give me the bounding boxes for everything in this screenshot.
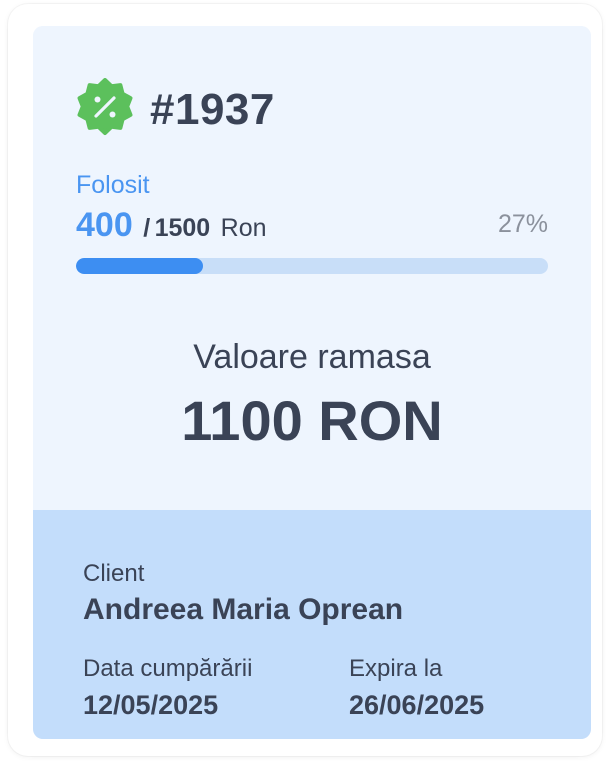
used-amount: 400 / 1500 Ron (76, 205, 267, 252)
amount-separator: / (143, 214, 151, 242)
usage-progress-bar (76, 258, 548, 274)
voucher-card-frame: #1937 Folosit 400 / 1500 Ron 27% Valoare… (8, 4, 602, 756)
usage-progress-fill (76, 258, 204, 274)
used-percent: 27% (497, 210, 548, 238)
currency-unit: Ron (220, 214, 267, 242)
remaining-label: Valoare ramasa (193, 338, 431, 376)
purchase-date-label: Data cumpărării (83, 655, 253, 682)
client-label: Client (83, 560, 145, 587)
client-name: Andreea Maria Oprean (83, 593, 404, 626)
remaining-value: 1100 RON (181, 389, 443, 452)
purchase-date: 12/05/2025 (83, 690, 219, 720)
expiry-date: 26/06/2025 (349, 690, 485, 720)
voucher-card[interactable]: #1937 Folosit 400 / 1500 Ron 27% Valoare… (33, 26, 591, 739)
total-value: 1500 (154, 214, 211, 242)
used-label: Folosit (76, 171, 150, 199)
used-value: 400 (76, 206, 133, 244)
voucher-summary: #1937 Folosit 400 / 1500 Ron 27% Valoare… (33, 26, 591, 510)
discount-badge-icon (77, 78, 133, 135)
voucher-code: #1937 (150, 85, 275, 134)
expiry-date-label: Expira la (349, 655, 443, 682)
